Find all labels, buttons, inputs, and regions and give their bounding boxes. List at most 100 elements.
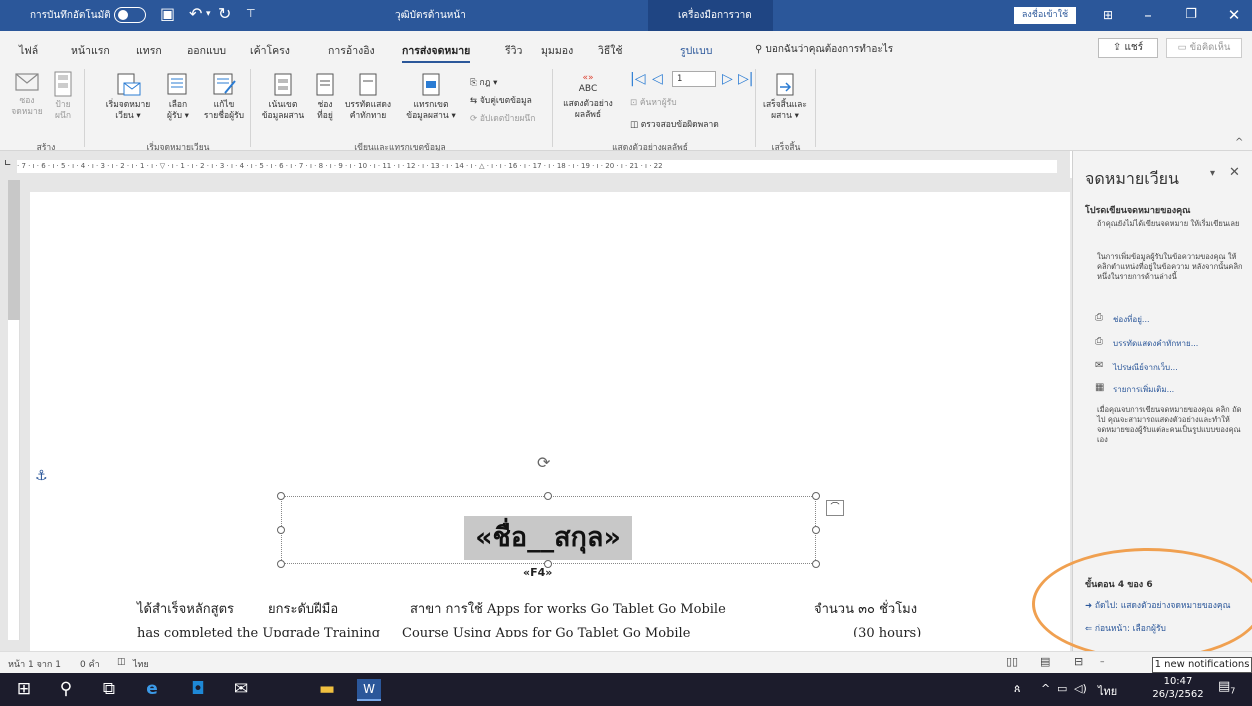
input-language[interactable]: ไทย	[1098, 682, 1117, 700]
tell-me-search[interactable]: ⚲ บอกฉันว่าคุณต้องการทำอะไร	[755, 42, 893, 57]
select-recipients-button[interactable]: เลือก ผู้รับ ▾	[158, 73, 198, 122]
search-icon[interactable]: ⚲	[54, 679, 78, 699]
more-items-link[interactable]: ▦ รายการเพิ่มเติม...	[1095, 382, 1174, 396]
next-record-icon[interactable]: ▷	[722, 71, 733, 87]
close-icon[interactable]: ✕	[1219, 4, 1249, 26]
edge-browser-icon[interactable]: e	[140, 679, 164, 699]
collapse-ribbon-icon[interactable]: ^	[1235, 137, 1243, 148]
print-layout-icon[interactable]: ▤	[1040, 655, 1050, 668]
document-page[interactable]	[30, 192, 1070, 651]
address-block-link[interactable]: ⎙ ช่องที่อยู่...	[1095, 312, 1150, 326]
merge-field-name[interactable]: «ชื่อ__สกุล»	[464, 516, 632, 560]
sign-in-button[interactable]: ลงชื่อเข้าใช้	[1014, 7, 1076, 24]
autosave-toggle[interactable]	[114, 7, 146, 23]
finish-merge-button[interactable]: เสร็จสิ้นและ ผสาน ▾	[760, 73, 810, 122]
resize-handle[interactable]	[277, 560, 285, 568]
notification-toast[interactable]: 1 new notifications	[1152, 657, 1252, 673]
comments-button[interactable]: ▭ ข้อคิดเห็น	[1166, 38, 1242, 58]
read-mode-icon[interactable]: ▯▯	[1006, 655, 1018, 668]
tab-help[interactable]: วิธีใช้	[598, 42, 623, 59]
greeting-line-link[interactable]: ⎙ บรรทัดแสดงคำทักทาย...	[1095, 336, 1198, 350]
previous-record-icon[interactable]: ◁	[652, 71, 663, 87]
resize-handle[interactable]	[544, 492, 552, 500]
system-clock[interactable]: 10:47 26/3/2562	[1150, 675, 1206, 701]
volume-icon[interactable]: ◁)	[1074, 682, 1087, 695]
select-recipients-icon	[167, 73, 187, 95]
minimize-icon[interactable]: –	[1133, 4, 1163, 26]
pane-options-icon[interactable]: ▾	[1210, 168, 1215, 179]
highlight-fields-icon	[274, 73, 292, 96]
share-button[interactable]: ⇪ แชร์	[1098, 38, 1158, 58]
ribbon-display-icon[interactable]: ⊞	[1093, 4, 1123, 26]
save-icon[interactable]: ▣	[160, 4, 175, 24]
windows-start-icon[interactable]: ⊞	[12, 679, 36, 699]
resize-handle[interactable]	[812, 492, 820, 500]
find-recipient-button[interactable]: ⊡ ค้นหาผู้รับ	[630, 95, 677, 109]
web-layout-icon[interactable]: ⊟	[1074, 655, 1083, 668]
tab-references[interactable]: การอ้างอิง	[328, 42, 375, 59]
resize-handle[interactable]	[277, 492, 285, 500]
tab-insert[interactable]: แทรก	[136, 42, 162, 59]
page-count[interactable]: หน้า 1 จาก 1	[8, 657, 61, 671]
store-icon[interactable]: ◘	[186, 679, 210, 699]
document-title: วุฒิบัตรด้านหน้า	[395, 10, 466, 21]
people-icon[interactable]: ጰ	[1014, 682, 1021, 696]
record-number-input[interactable]: 1	[672, 71, 716, 87]
file-explorer-icon[interactable]: ▬	[315, 679, 339, 699]
status-bar: หน้า 1 จาก 1 0 คำ ◫ ไทย ▯▯ ▤ ⊟ –	[0, 651, 1252, 673]
start-mail-merge-button[interactable]: เริ่มจดหมาย เวียน ▾	[104, 73, 152, 122]
hidden-icons-chevron[interactable]: ^	[1041, 682, 1050, 695]
merge-field-f4[interactable]: «F4»	[523, 566, 552, 579]
last-record-icon[interactable]: ▷|	[738, 71, 753, 87]
rotate-handle-icon[interactable]: ⟳	[537, 453, 550, 472]
redo-icon[interactable]: ↻	[218, 4, 231, 24]
customize-qat-icon[interactable]: ⊤	[246, 4, 256, 24]
tab-mailings[interactable]: การส่งจดหมาย	[402, 42, 471, 63]
envelopes-button[interactable]: ซอง จดหมาย	[10, 71, 44, 118]
word-app-icon[interactable]: W	[357, 679, 381, 701]
rules-button[interactable]: ⎘ กฎ ▾	[470, 75, 497, 89]
proofing-icon[interactable]: ◫	[117, 657, 126, 667]
undo-dropdown-icon[interactable]: ▾	[206, 4, 211, 24]
pane-close-icon[interactable]: ✕	[1229, 165, 1240, 180]
undo-icon[interactable]: ↶	[189, 4, 202, 24]
first-record-icon[interactable]: |◁	[630, 71, 645, 87]
word-count[interactable]: 0 คำ	[80, 657, 100, 671]
ribbon-tabs: ไฟล์ หน้าแรก แทรก ออกแบบ เค้าโครง การอ้า…	[0, 31, 1252, 63]
greeting-line-button[interactable]: บรรทัดแสดง คำทักทาย	[340, 73, 396, 122]
language-indicator[interactable]: ไทย	[133, 657, 149, 671]
update-labels-button[interactable]: ⟳ อัปเดตป้ายผนึก	[470, 111, 535, 125]
check-errors-button[interactable]: ◫ ตรวจสอบข้อผิดพลาด	[630, 117, 719, 131]
tab-selector-icon[interactable]: ∟	[4, 159, 12, 169]
task-view-icon[interactable]: ⧉	[97, 679, 121, 699]
share-label: แชร์	[1124, 42, 1144, 53]
tab-home[interactable]: หน้าแรก	[71, 42, 110, 59]
resize-handle[interactable]	[277, 526, 285, 534]
context-tab-label: เครื่องมือการวาด	[678, 10, 752, 21]
electronic-postage-link[interactable]: ✉ ไปรษณีย์จากเว็บ...	[1095, 360, 1178, 374]
restore-icon[interactable]: ❐	[1176, 4, 1206, 26]
preview-results-button[interactable]: «» ABC แสดงตัวอย่าง ผลลัพธ์	[560, 73, 616, 121]
highlight-merge-fields-button[interactable]: เน้นเขต ข้อมูลผสาน	[258, 73, 308, 122]
tab-design[interactable]: ออกแบบ	[187, 42, 226, 59]
network-icon[interactable]: ▭	[1057, 682, 1067, 695]
resize-handle[interactable]	[812, 560, 820, 568]
layout-options-icon[interactable]: ⌒	[826, 500, 844, 516]
edit-recipient-list-button[interactable]: แก้ไข รายชื่อผู้รับ	[198, 73, 250, 122]
match-fields-button[interactable]: ⇆ จับคู่เขตข้อมูล	[470, 93, 532, 107]
labels-button[interactable]: ป้าย ผนึก	[48, 71, 78, 122]
action-center-icon[interactable]: ▤7	[1218, 679, 1235, 696]
tab-format[interactable]: รูปแบบ	[680, 42, 712, 59]
tab-layout[interactable]: เค้าโครง	[250, 42, 290, 59]
zoom-out-icon[interactable]: –	[1100, 657, 1105, 667]
finish-merge-icon	[776, 73, 794, 96]
pane-title: จดหมายเวียน	[1085, 169, 1179, 188]
resize-handle[interactable]	[812, 526, 820, 534]
tab-file[interactable]: ไฟล์	[19, 42, 38, 59]
tab-view[interactable]: มุมมอง	[541, 42, 573, 59]
mail-icon[interactable]: ✉	[229, 679, 253, 699]
address-block-button[interactable]: ช่อง ที่อยู่	[310, 73, 340, 122]
doc-text-course-en: Course Using Apps for Go Tablet Go Mobil…	[402, 626, 691, 637]
insert-merge-field-button[interactable]: แทรกเขต ข้อมูลผสาน ▾	[398, 73, 464, 122]
tab-review[interactable]: รีวิว	[505, 42, 522, 59]
